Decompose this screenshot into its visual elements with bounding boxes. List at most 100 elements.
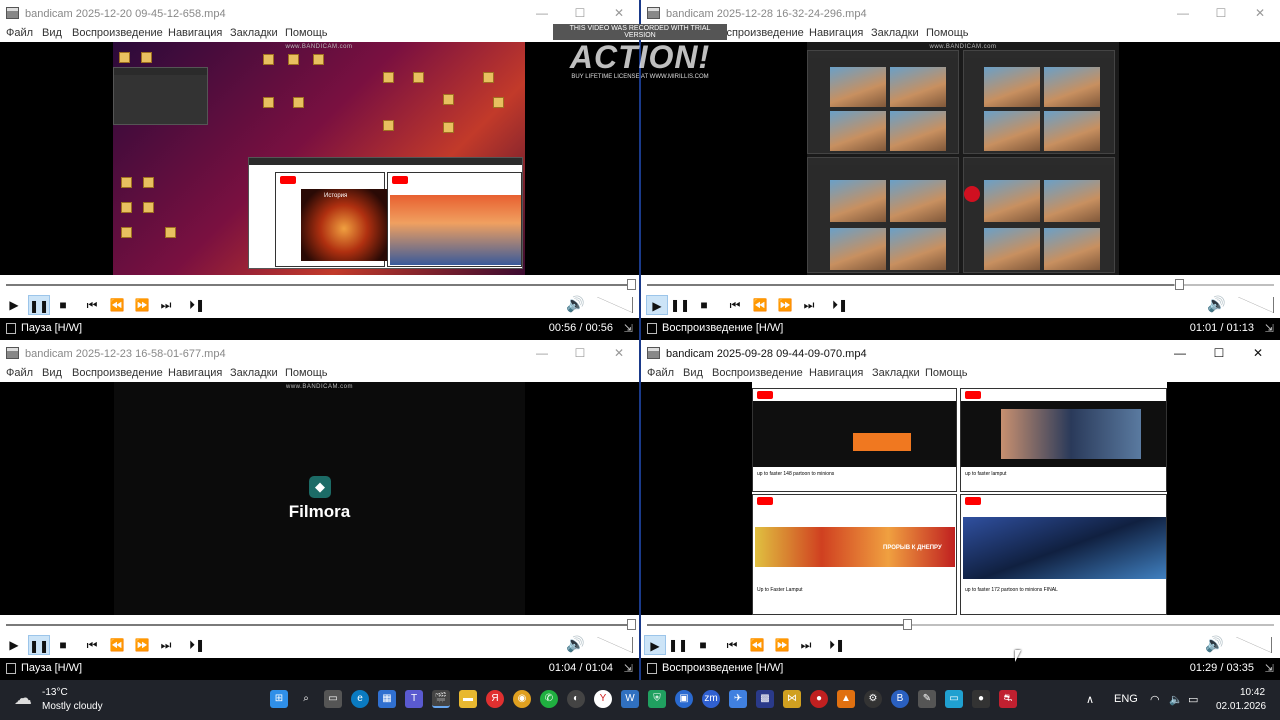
minimize-button[interactable]: — bbox=[1164, 3, 1202, 23]
stop-button[interactable]: ■ bbox=[52, 295, 74, 315]
title-bar[interactable]: bandicam 2025-12-20 09-45-12-658.mp4 — ☐… bbox=[0, 0, 639, 26]
volume-icon[interactable]: 🔊 bbox=[566, 295, 590, 315]
menu-bookmarks[interactable]: Закладки bbox=[230, 367, 278, 379]
explorer-icon[interactable]: ▬ bbox=[459, 690, 477, 708]
recorder-icon[interactable]: ⛐ bbox=[999, 690, 1017, 708]
forward-button[interactable]: ⏩ bbox=[131, 295, 153, 315]
forward-button[interactable]: ⏩ bbox=[131, 635, 153, 655]
menu-playback[interactable]: Воспроизведение bbox=[712, 367, 803, 379]
title-bar[interactable]: bandicam 2025-12-23 16-58-01-677.mp4 — ☐… bbox=[0, 340, 639, 366]
title-bar[interactable]: bandicam 2025-09-28 09-44-09-070.mp4 — ☐… bbox=[641, 340, 1280, 366]
next-button[interactable]: ⏭ bbox=[155, 295, 177, 315]
video-area[interactable]: up to faster 148 partoon to minions up t… bbox=[641, 382, 1280, 615]
teams-icon[interactable]: T bbox=[405, 690, 423, 708]
yandex-browser-icon[interactable]: ◐ bbox=[567, 690, 585, 708]
vlc-icon[interactable]: ⋈ bbox=[783, 690, 801, 708]
rewind-button[interactable]: ⏪ bbox=[746, 635, 768, 655]
rewind-button[interactable]: ⏪ bbox=[106, 295, 128, 315]
play-button[interactable]: ▶ bbox=[3, 295, 25, 315]
menu-help[interactable]: Помощь bbox=[285, 27, 328, 39]
pause-button[interactable]: ❚❚ bbox=[669, 295, 691, 315]
previous-button[interactable]: ⏮ bbox=[721, 635, 743, 655]
volume-slider[interactable] bbox=[597, 637, 633, 653]
menu-bookmarks[interactable]: Закладки bbox=[871, 27, 919, 39]
video-area[interactable]: www.BANDICAM.com ◆ Filmora bbox=[0, 382, 639, 615]
maximize-button[interactable]: ☐ bbox=[1200, 343, 1238, 363]
clock-date[interactable]: 02.01.2026 bbox=[1216, 701, 1266, 712]
app-icon[interactable]: ▣ bbox=[675, 690, 693, 708]
flag-icon[interactable]: zm bbox=[702, 690, 720, 708]
yandex-icon[interactable]: Я bbox=[486, 690, 504, 708]
minimize-button[interactable]: — bbox=[523, 3, 561, 23]
stop-button[interactable]: ■ bbox=[693, 295, 715, 315]
minimize-button[interactable]: — bbox=[1161, 343, 1199, 363]
settings-icon[interactable]: ⚙ bbox=[864, 690, 882, 708]
frame-step-button[interactable]: ⏵❚ bbox=[186, 295, 208, 315]
maximize-button[interactable]: ☐ bbox=[561, 3, 599, 23]
maximize-button[interactable]: ☐ bbox=[561, 343, 599, 363]
close-button[interactable]: ✕ bbox=[600, 343, 638, 363]
close-button[interactable]: ✕ bbox=[600, 3, 638, 23]
menu-file[interactable]: Файл bbox=[6, 367, 33, 379]
seek-bar[interactable] bbox=[641, 275, 1280, 293]
rewind-button[interactable]: ⏪ bbox=[106, 635, 128, 655]
speaker-icon[interactable]: 🔈 bbox=[1169, 693, 1183, 706]
menu-file[interactable]: Файл bbox=[6, 27, 33, 39]
store-icon[interactable]: ▦ bbox=[378, 690, 396, 708]
menu-view[interactable]: Вид bbox=[42, 27, 62, 39]
play-button[interactable]: ▶ bbox=[3, 635, 25, 655]
next-button[interactable]: ⏭ bbox=[798, 295, 820, 315]
video-area[interactable]: www.BANDICAM.com bbox=[641, 42, 1280, 275]
chat-icon[interactable]: ▭ bbox=[945, 690, 963, 708]
volume-slider[interactable] bbox=[597, 297, 633, 313]
minimize-button[interactable]: — bbox=[523, 343, 561, 363]
start-icon[interactable]: ⊞ bbox=[270, 690, 288, 708]
menu-navigation[interactable]: Навигация bbox=[809, 27, 863, 39]
volume-icon[interactable]: 🔊 bbox=[1205, 635, 1229, 655]
title-bar[interactable]: bandicam 2025-12-28 16-32-24-296.mp4 — ☐… bbox=[641, 0, 1280, 26]
weather-temperature[interactable]: -13°C bbox=[42, 687, 68, 698]
record-icon[interactable]: ▩ bbox=[756, 690, 774, 708]
frame-step-button[interactable]: ⏵❚ bbox=[826, 635, 848, 655]
bitwarden-icon[interactable]: ▲ bbox=[837, 690, 855, 708]
menu-help[interactable]: Помощь bbox=[285, 367, 328, 379]
menu-view[interactable]: Вид bbox=[683, 367, 703, 379]
next-button[interactable]: ⏭ bbox=[795, 635, 817, 655]
bandicam-icon[interactable]: 🎬 bbox=[432, 690, 450, 708]
play-button[interactable]: ▶ bbox=[644, 635, 666, 655]
screen-icon[interactable]: B bbox=[891, 690, 909, 708]
close-button[interactable]: ✕ bbox=[1239, 343, 1277, 363]
zoom-icon[interactable]: ⛨ bbox=[648, 690, 666, 708]
menu-help[interactable]: Помощь bbox=[926, 27, 969, 39]
whatsapp-icon[interactable]: ✆ bbox=[540, 690, 558, 708]
seek-bar[interactable] bbox=[641, 615, 1280, 633]
language-indicator[interactable]: ENG bbox=[1114, 693, 1138, 705]
forward-button[interactable]: ⏩ bbox=[774, 295, 796, 315]
vpn-icon[interactable]: W bbox=[621, 690, 639, 708]
stop-button[interactable]: ■ bbox=[692, 635, 714, 655]
play-button[interactable]: ▶ bbox=[646, 295, 668, 315]
menu-bookmarks[interactable]: Закладки bbox=[230, 27, 278, 39]
maximize-button[interactable]: ☐ bbox=[1202, 3, 1240, 23]
stop-button[interactable]: ■ bbox=[52, 635, 74, 655]
menu-navigation[interactable]: Навигация bbox=[809, 367, 863, 379]
frame-step-button[interactable]: ⏵❚ bbox=[186, 635, 208, 655]
weather-icon[interactable]: ☁ bbox=[14, 688, 32, 709]
previous-button[interactable]: ⏮ bbox=[81, 295, 103, 315]
wifi-icon[interactable]: ◠ bbox=[1150, 693, 1160, 706]
previous-button[interactable]: ⏮ bbox=[724, 295, 746, 315]
app-red-icon[interactable]: ● bbox=[972, 690, 990, 708]
frame-step-button[interactable]: ⏵❚ bbox=[829, 295, 851, 315]
search-icon[interactable]: ⌕ bbox=[297, 690, 315, 708]
weather-description[interactable]: Mostly cloudy bbox=[42, 701, 103, 712]
seek-bar[interactable] bbox=[0, 615, 639, 633]
seek-bar[interactable] bbox=[0, 275, 639, 293]
close-button[interactable]: ✕ bbox=[1241, 3, 1279, 23]
menu-view[interactable]: Вид bbox=[42, 367, 62, 379]
volume-slider[interactable] bbox=[1238, 297, 1274, 313]
mail-icon[interactable]: ✈ bbox=[729, 690, 747, 708]
steam-icon[interactable]: ● bbox=[810, 690, 828, 708]
battery-icon[interactable]: ▭ bbox=[1188, 693, 1198, 706]
volume-icon[interactable]: 🔊 bbox=[1207, 295, 1231, 315]
clock-time[interactable]: 10:42 bbox=[1240, 687, 1265, 698]
